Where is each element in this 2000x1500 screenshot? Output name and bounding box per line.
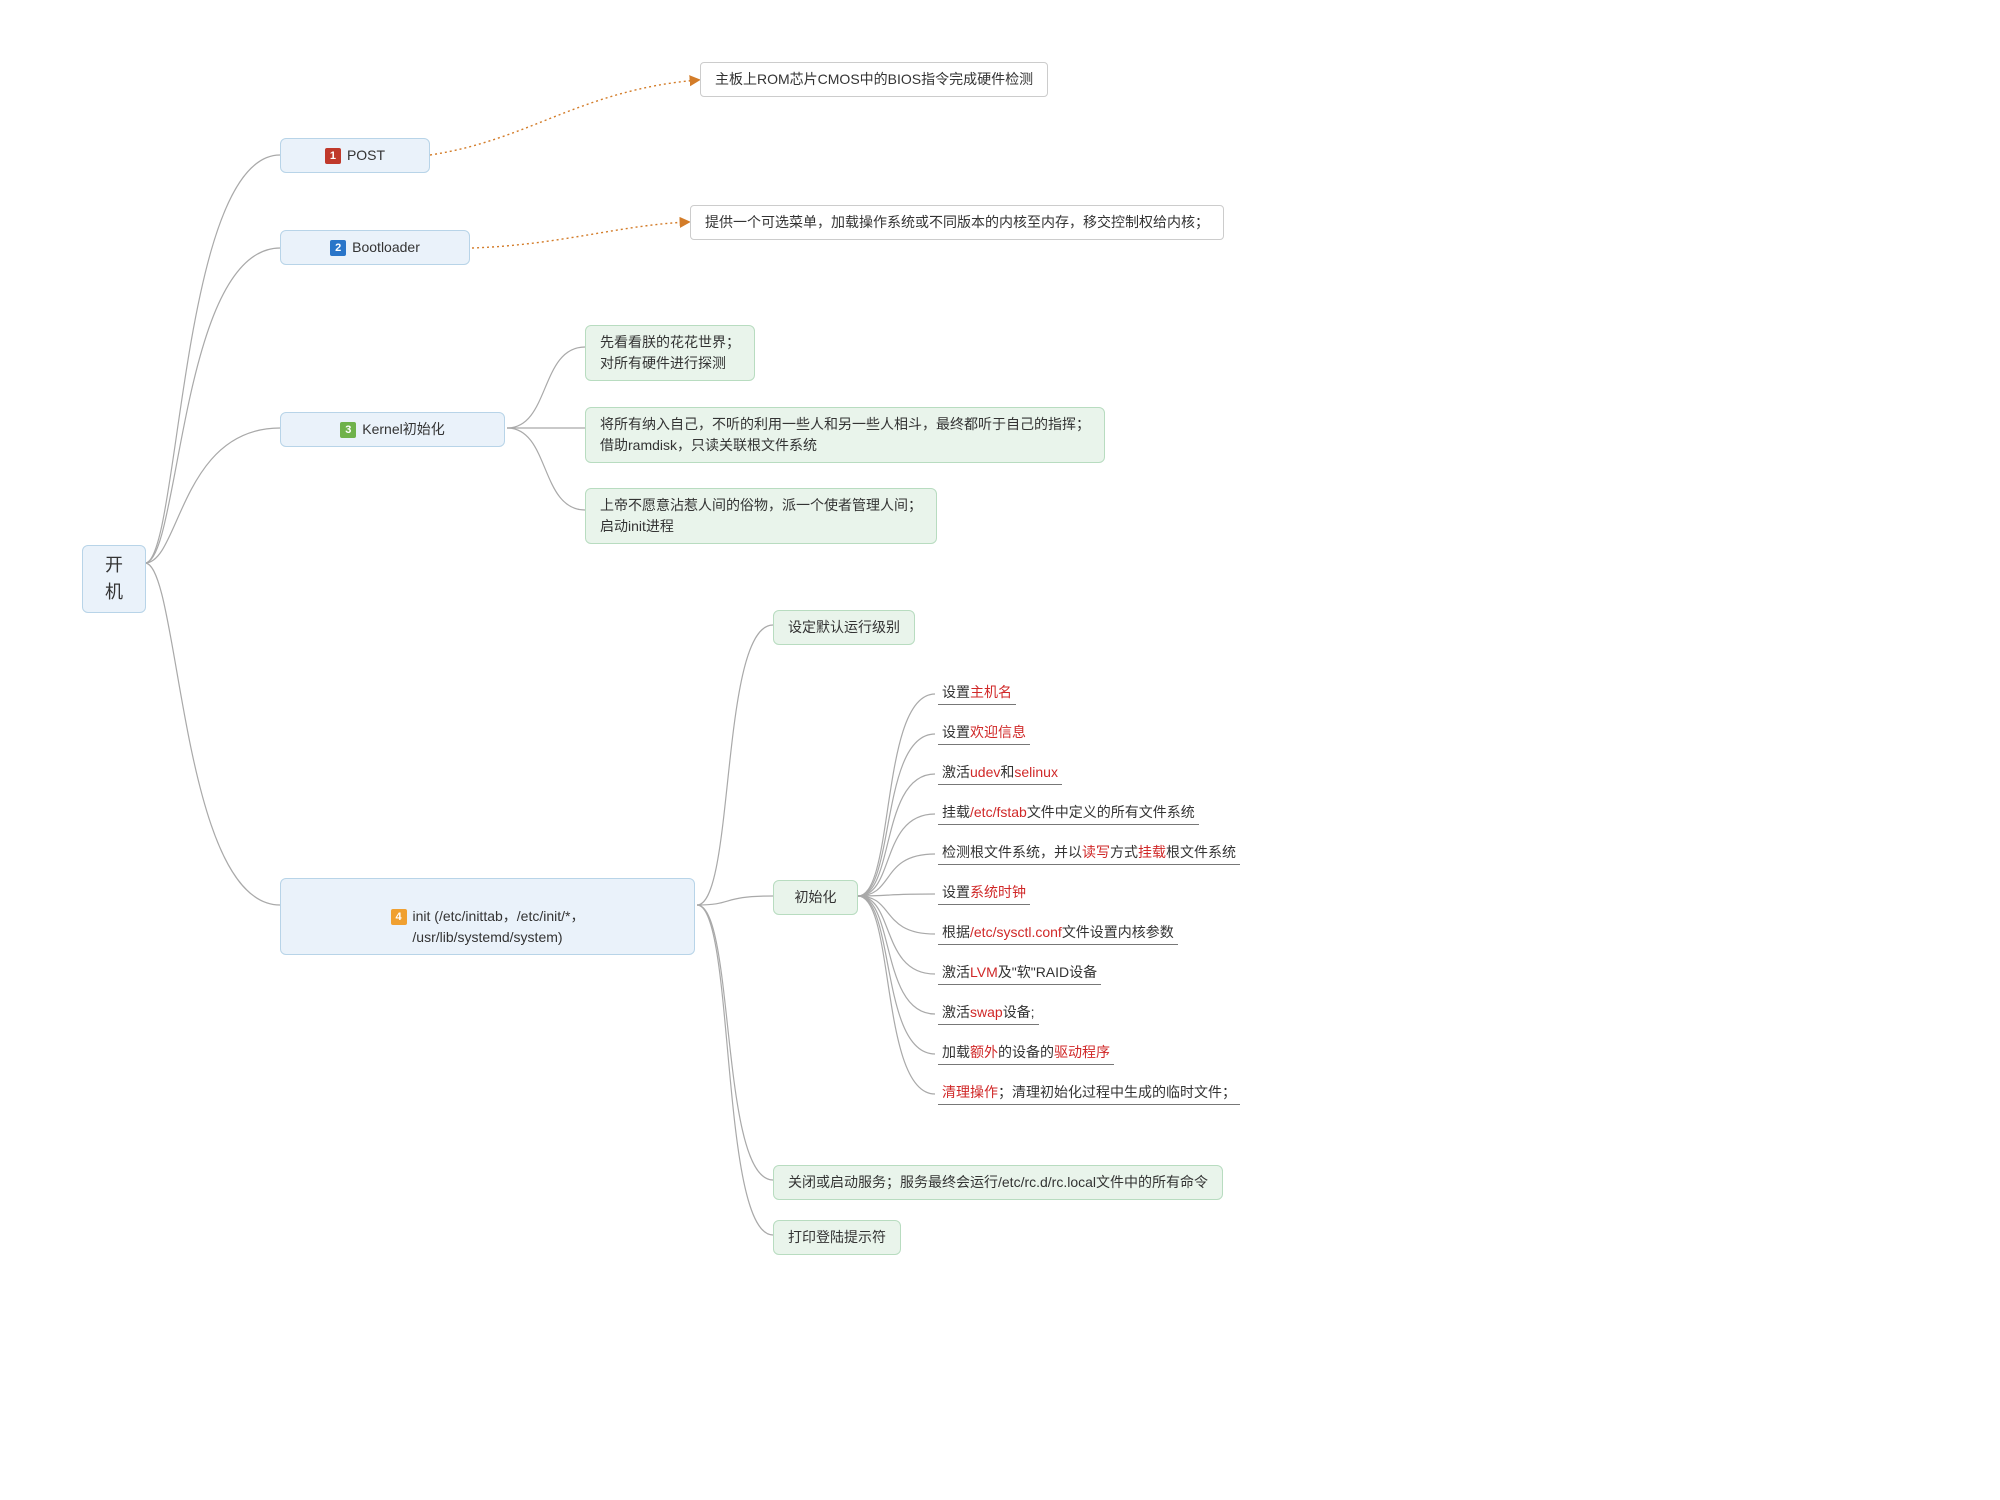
t: 的设备的 <box>998 1044 1054 1060</box>
kernel-sub-a: 先看看朕的花花世界； 对所有硬件进行探测 <box>585 325 755 381</box>
r: 系统时钟 <box>970 884 1026 900</box>
t: 挂载 <box>942 804 970 820</box>
r: 欢迎信息 <box>970 724 1026 740</box>
t: 文件设置内核参数 <box>1062 924 1174 940</box>
leaf-i5: 检测根文件系统，并以读写方式挂载根文件系统 <box>938 840 1240 865</box>
r: udev <box>970 764 1000 780</box>
init-g1: 设定默认运行级别 <box>773 610 915 645</box>
t: 激活 <box>942 1004 970 1020</box>
t: 激活 <box>942 964 970 980</box>
t: 检测根文件系统，并以 <box>942 844 1082 860</box>
leaf-i2: 设置欢迎信息 <box>938 720 1030 745</box>
t: 激活 <box>942 764 970 780</box>
init-g2: 初始化 <box>773 880 858 915</box>
t: 根据 <box>942 924 970 940</box>
node-kernel: 3 Kernel初始化 <box>280 412 505 447</box>
node-init-label: init (/etc/inittab，/etc/init/*， /usr/lib… <box>412 908 584 945</box>
t: 加载 <box>942 1044 970 1060</box>
t: 设备; <box>1003 1004 1035 1020</box>
t: 和 <box>1000 764 1014 780</box>
root-node: 开机 <box>82 545 146 613</box>
badge-4: 4 <box>391 909 407 925</box>
r: 额外 <box>970 1044 998 1060</box>
init-g3: 关闭或启动服务；服务最终会运行/etc/rc.d/rc.local文件中的所有命… <box>773 1165 1223 1200</box>
t: 根文件系统 <box>1166 844 1236 860</box>
r: 挂载 <box>1138 844 1166 860</box>
t: 方式 <box>1110 844 1138 860</box>
kernel-sub-b: 将所有纳入自己，不听的利用一些人和另一些人相斗，最终都听于自己的指挥； 借助ra… <box>585 407 1105 463</box>
r: /etc/sysctl.conf <box>970 924 1062 940</box>
leaf-i1: 设置主机名 <box>938 680 1016 705</box>
t: ；清理初始化过程中生成的临时文件； <box>998 1084 1236 1100</box>
leaf-i8: 激活LVM及"软"RAID设备 <box>938 960 1101 985</box>
r: 驱动程序 <box>1054 1044 1110 1060</box>
t: 及"软"RAID设备 <box>998 964 1097 980</box>
r: 读写 <box>1082 844 1110 860</box>
r: /etc/fstab <box>970 804 1027 820</box>
t: 设置 <box>942 884 970 900</box>
leaf-i10: 加载额外的设备的驱动程序 <box>938 1040 1114 1065</box>
r: swap <box>970 1004 1003 1020</box>
note-bootloader: 提供一个可选菜单，加载操作系统或不同版本的内核至内存，移交控制权给内核； <box>690 205 1224 240</box>
leaf-i11: 清理操作；清理初始化过程中生成的临时文件； <box>938 1080 1240 1105</box>
node-post-label: POST <box>347 147 385 163</box>
leaf-i6: 设置系统时钟 <box>938 880 1030 905</box>
init-g4: 打印登陆提示符 <box>773 1220 901 1255</box>
node-bootloader-label: Bootloader <box>352 239 420 255</box>
leaf-i9: 激活swap设备; <box>938 1000 1039 1025</box>
leaf-i3: 激活udev和selinux <box>938 760 1062 785</box>
r: 清理操作 <box>942 1084 998 1100</box>
node-init: 4 init (/etc/inittab，/etc/init/*， /usr/li… <box>280 878 695 955</box>
leaf-i4: 挂载/etc/fstab文件中定义的所有文件系统 <box>938 800 1199 825</box>
r: selinux <box>1014 764 1058 780</box>
t: 文件中定义的所有文件系统 <box>1027 804 1195 820</box>
kernel-sub-c: 上帝不愿意沾惹人间的俗物，派一个使者管理人间； 启动init进程 <box>585 488 937 544</box>
node-post: 1 POST <box>280 138 430 173</box>
node-bootloader: 2 Bootloader <box>280 230 470 265</box>
note-post: 主板上ROM芯片CMOS中的BIOS指令完成硬件检测 <box>700 62 1048 97</box>
node-kernel-label: Kernel初始化 <box>362 421 444 437</box>
t: 设置 <box>942 684 970 700</box>
badge-1: 1 <box>325 148 341 164</box>
t: 设置 <box>942 724 970 740</box>
leaf-i7: 根据/etc/sysctl.conf文件设置内核参数 <box>938 920 1178 945</box>
badge-3: 3 <box>340 422 356 438</box>
r: LVM <box>970 964 998 980</box>
badge-2: 2 <box>330 240 346 256</box>
r: 主机名 <box>970 684 1012 700</box>
